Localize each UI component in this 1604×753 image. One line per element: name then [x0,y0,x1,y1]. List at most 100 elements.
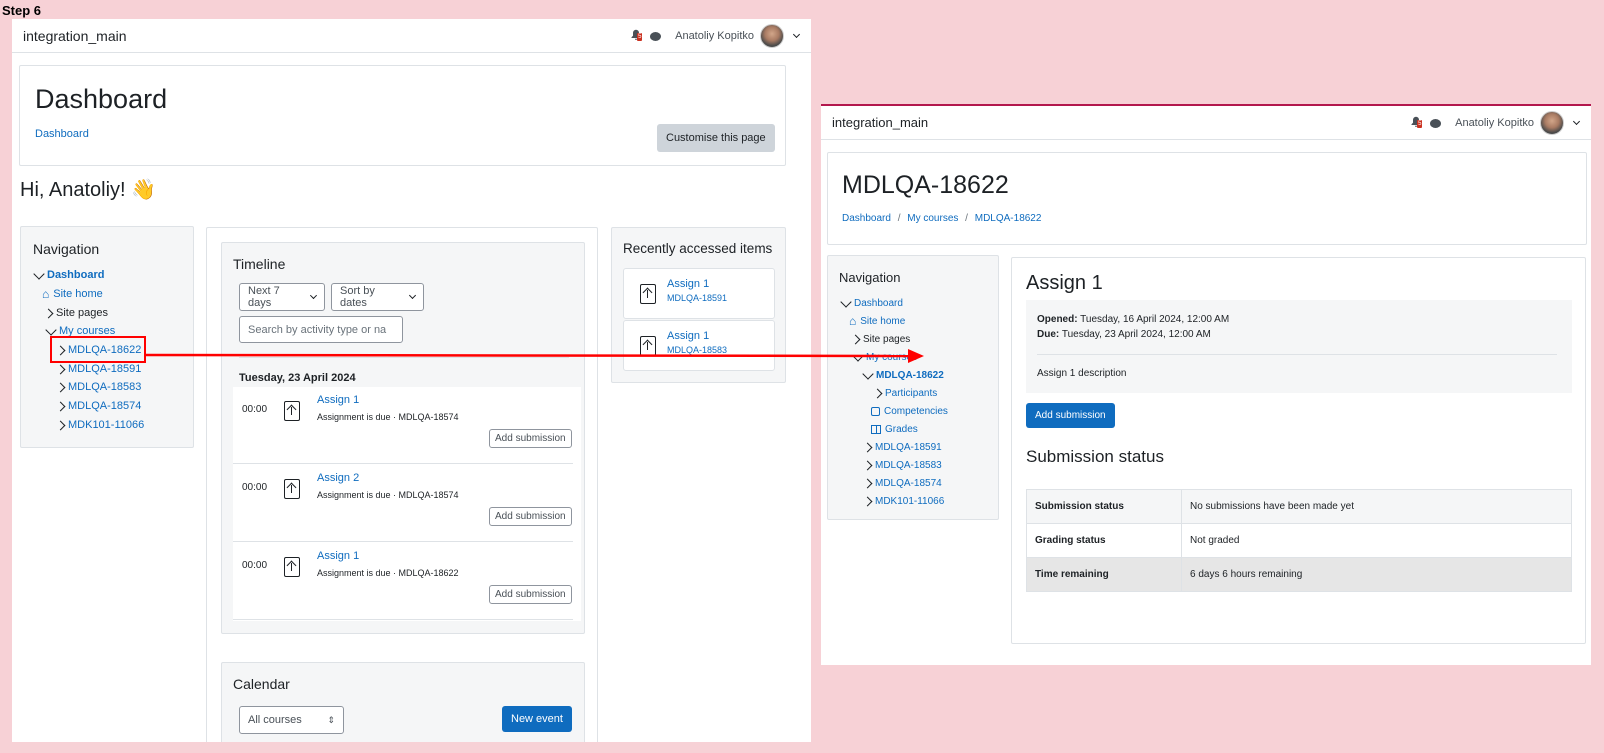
nav-grades[interactable]: Grades [871,420,918,439]
add-submission-button[interactable]: Add submission [489,585,572,604]
chevron-down-icon[interactable] [1572,117,1581,125]
assignment-title: Assign 1 [1026,272,1103,294]
nav-site-home-link[interactable]: Site home [860,312,905,331]
event-link[interactable]: Assign 2 [317,472,359,484]
new-event-button[interactable]: New event [502,706,572,732]
nav-competencies-link[interactable]: Competencies [884,402,948,421]
nav-current-course-link[interactable]: MDLQA-18622 [876,366,944,385]
timeline-list: 00:00 Assign 1 Assignment is due · MDLQA… [233,387,581,621]
row-label: Submission status [1026,489,1182,524]
nav-grades-link[interactable]: Grades [885,420,918,439]
breadcrumb-dashboard[interactable]: Dashboard [35,128,89,140]
table-row: Grading status Not graded [1026,523,1572,558]
user-name[interactable]: Anatoliy Kopitko [675,30,754,42]
customise-page-button[interactable]: Customise this page [657,124,775,152]
nav-dashboard-link[interactable]: Dashboard [47,266,104,285]
event-link[interactable]: Assign 1 [317,550,359,562]
nav-course-item[interactable]: MDLQA-18583 [862,456,942,475]
nav-course-link[interactable]: MDLQA-18574 [68,397,141,416]
recent-item-course: MDLQA-18591 [667,293,728,303]
nav-course-link[interactable]: MDK101-11066 [68,416,144,435]
table-icon [871,425,881,434]
submission-status-heading: Submission status [1026,447,1164,466]
nav-course-link[interactable]: MDK101-11066 [875,492,944,511]
nav-my-courses-link[interactable]: My courses [866,348,917,367]
messages-icon[interactable] [650,31,662,41]
recent-item[interactable]: Assign 1 MDLQA-18591 [623,268,775,319]
assignment-description: Assign 1 description [1037,368,1127,379]
nav-dashboard[interactable]: Dashboard [33,266,104,285]
nav-course-item[interactable]: MDLQA-18574 [55,397,141,416]
add-submission-button[interactable]: Add submission [1026,403,1115,428]
nav-course-item[interactable]: MDLQA-18583 [55,378,141,397]
nav-site-pages[interactable]: Site pages [43,304,108,323]
nav-site-home-link[interactable]: Site home [53,285,103,304]
notifications-icon[interactable]: 5 [1410,116,1424,130]
nav-course-item[interactable]: MDK101-11066 [55,416,144,435]
home-icon: ⌂ [42,287,50,301]
breadcrumb-item[interactable]: MDLQA-18622 [975,213,1042,224]
chevron-right-icon [43,308,54,319]
calendar-course-select[interactable]: All courses ⇕ [239,706,344,734]
checkbox-icon [871,407,880,416]
list-item: 00:00 Assign 1 Assignment is due · MDLQA… [233,543,573,620]
recent-item-link[interactable]: Assign 1 [667,278,709,290]
nav-course-item[interactable]: MDLQA-18591 [862,438,942,457]
avatar[interactable] [760,24,784,48]
avatar[interactable] [1540,111,1564,135]
greeting: Hi, Anatoliy! 👋 [20,179,157,201]
nav-course-link[interactable]: MDLQA-18583 [875,456,942,475]
dashboard-screenshot: integration_main 5 Anatoliy Kopitko Dash… [12,19,811,742]
user-name[interactable]: Anatoliy Kopitko [1455,117,1534,129]
nav-dashboard[interactable]: Dashboard [840,294,903,313]
timeline-search-input[interactable]: Search by activity type or na [239,316,403,343]
nav-site-pages[interactable]: Site pages [850,330,910,349]
page-header: Dashboard Dashboard Customise this page [19,65,786,166]
nav-course-link[interactable]: MDLQA-18591 [875,438,942,457]
event-time: 00:00 [242,560,268,571]
nav-dashboard-link[interactable]: Dashboard [854,294,903,313]
opened-date: Tuesday, 16 April 2024, 12:00 AM [1080,314,1230,325]
nav-course-item[interactable]: MDK101-11066 [862,492,944,511]
nav-participants[interactable]: Participants [872,384,937,403]
submission-status-table: Submission status No submissions have bee… [1026,489,1572,592]
breadcrumb-item[interactable]: My courses [907,213,958,224]
site-brand[interactable]: integration_main [832,115,928,130]
nav-participants-link[interactable]: Participants [885,384,937,403]
timeline-block: Timeline Next 7 days Sort by dates Searc… [221,242,585,634]
add-submission-button[interactable]: Add submission [489,507,572,526]
nav-course-link[interactable]: MDLQA-18583 [68,378,141,397]
navigation-title: Navigation [33,241,100,257]
timeline-date: Tuesday, 23 April 2024 [239,372,356,384]
row-label: Grading status [1026,523,1182,558]
step-label: Step 6 [2,3,42,18]
nav-my-courses[interactable]: My courses [852,348,917,367]
nav-site-home[interactable]: ⌂ Site home [42,285,103,304]
calendar-block: Calendar All courses ⇕ New event [221,662,585,742]
recent-items-block: Recently accessed items Assign 1 MDLQA-1… [611,227,786,383]
nav-current-course[interactable]: MDLQA-18622 [862,366,944,385]
breadcrumb: Dashboard / My courses / MDLQA-18622 [842,213,1042,224]
nav-course-link[interactable]: MDLQA-18574 [875,474,942,493]
recent-items-title: Recently accessed items [623,241,773,256]
notification-count-badge: 5 [1417,120,1423,128]
recent-item-link[interactable]: Assign 1 [667,330,709,342]
event-desc: Assignment is due · MDLQA-18574 [317,490,459,500]
nav-site-home[interactable]: ⌂ Site home [849,312,905,331]
add-submission-button[interactable]: Add submission [489,429,572,448]
timeline-filter-dropdown[interactable]: Next 7 days [239,283,325,311]
breadcrumb-item[interactable]: Dashboard [842,213,891,224]
nav-course-item[interactable]: MDLQA-18574 [862,474,942,493]
recent-item[interactable]: Assign 1 MDLQA-18583 [623,320,775,371]
due-date: Tuesday, 23 April 2024, 12:00 AM [1061,329,1211,340]
top-navbar: integration_main 5 Anatoliy Kopitko [821,106,1591,140]
site-brand[interactable]: integration_main [23,28,127,44]
nav-competencies[interactable]: Competencies [871,402,948,421]
chevron-down-icon[interactable] [792,30,801,38]
messages-icon[interactable] [1430,118,1442,128]
notifications-icon[interactable]: 5 [630,29,644,43]
event-link[interactable]: Assign 1 [317,394,359,406]
timeline-sort-dropdown[interactable]: Sort by dates [331,283,424,311]
assignment-icon [284,557,300,577]
page-header: MDLQA-18622 Dashboard / My courses / MDL… [827,152,1587,245]
